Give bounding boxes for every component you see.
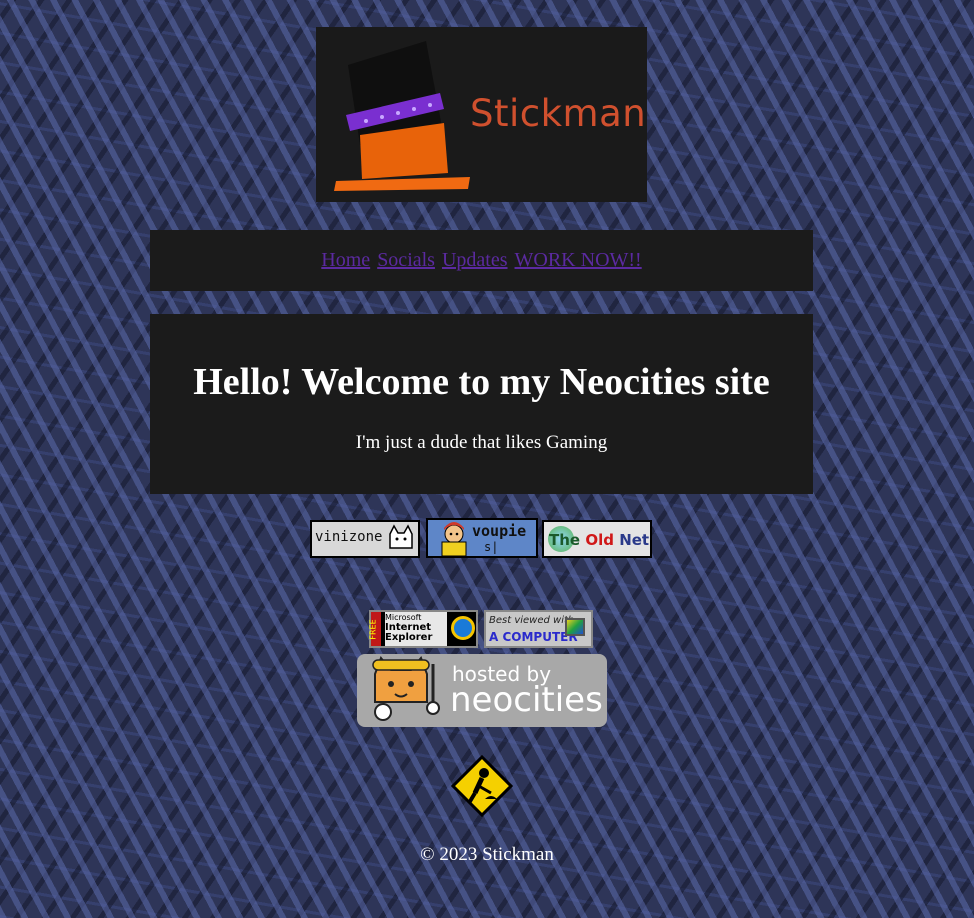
computer-icon (565, 618, 585, 636)
voupie-label: voupie (472, 522, 527, 540)
page-title: Hello! Welcome to my Neocities site (193, 361, 770, 403)
nav-link-home[interactable]: Home (321, 249, 370, 271)
old-net-label: The Old Net (549, 531, 650, 549)
nav-link-updates[interactable]: Updates (442, 249, 508, 271)
ie-logo-icon (451, 616, 475, 640)
top-hat-icon (334, 41, 470, 191)
vinizone-button[interactable]: vinizone (310, 520, 420, 558)
character-icon (441, 522, 467, 556)
ie-line3: Explorer (385, 632, 433, 643)
internet-explorer-badge: FREE Microsoft Internet Explorer (369, 610, 478, 648)
under-construction-icon (451, 755, 513, 817)
welcome-panel: Hello! Welcome to my Neocities site I'm … (150, 314, 813, 494)
neocities-cat-icon (372, 656, 440, 721)
nav-link-socials[interactable]: Socials (377, 249, 435, 271)
hosted-by-neocities-badge[interactable]: hosted by neocities (357, 654, 607, 727)
voupie-button[interactable]: voupie s| (426, 518, 538, 558)
vinizone-label: vinizone (315, 529, 383, 545)
logo-text: Stickman (470, 92, 647, 135)
computer-line1: Best viewed with (489, 615, 575, 626)
voupie-sub-label: s| (484, 540, 499, 554)
page-tagline: I'm just a dude that likes Gaming (355, 432, 608, 453)
neocities-line2: neocities (450, 680, 603, 720)
ie-free-label: FREE (368, 619, 378, 640)
nav-link-work-now[interactable]: WORK NOW!! (515, 249, 642, 271)
nav-links: Home Socials Updates WORK NOW!! (150, 249, 813, 272)
cat-icon (389, 524, 413, 549)
footer-copyright: © 2023 Stickman (420, 844, 554, 865)
the-old-net-button[interactable]: The Old Net (542, 520, 652, 558)
nav-bar: Home Socials Updates WORK NOW!! (150, 230, 813, 291)
best-viewed-computer-badge: Best viewed with A COMPUTER (484, 610, 593, 648)
